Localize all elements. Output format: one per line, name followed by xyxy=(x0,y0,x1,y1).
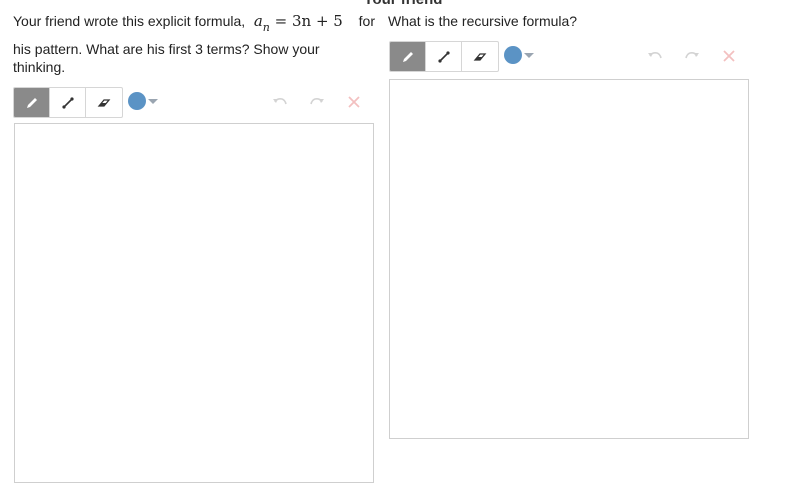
clear-icon[interactable] xyxy=(345,93,363,111)
redo-icon[interactable] xyxy=(308,93,326,111)
prompt-for-text: for xyxy=(358,13,375,29)
formula-subscript: n xyxy=(262,21,270,34)
line-tool-button[interactable] xyxy=(50,88,86,117)
pencil-tool-button[interactable] xyxy=(14,88,50,117)
drawing-toolbar xyxy=(389,41,751,72)
eraser-icon xyxy=(97,98,111,107)
drawing-canvas[interactable] xyxy=(389,79,749,439)
chevron-down-icon xyxy=(524,52,534,58)
drawing-canvas[interactable] xyxy=(14,123,374,483)
line-tool-button[interactable] xyxy=(426,42,462,71)
undo-icon[interactable] xyxy=(646,47,664,65)
formula-variable: a xyxy=(253,12,263,30)
pencil-tool-button[interactable] xyxy=(390,42,426,71)
question-prompt: What is the recursive formula? xyxy=(388,13,578,29)
formula: an = 3n + 5 xyxy=(249,12,343,34)
tool-group xyxy=(389,41,499,72)
line-icon xyxy=(437,50,450,63)
question-prompt: Your friend wrote this explicit formula,… xyxy=(13,12,375,76)
color-picker-button[interactable] xyxy=(504,46,534,64)
eraser-icon xyxy=(473,52,487,61)
clear-icon[interactable] xyxy=(720,47,738,65)
undo-icon[interactable] xyxy=(271,93,289,111)
question-panel-left: Your friend wrote this explicit formula,… xyxy=(13,12,375,483)
prompt-start-text: Your friend wrote this explicit formula, xyxy=(13,13,246,29)
pencil-icon xyxy=(26,97,37,108)
eraser-tool-button[interactable] xyxy=(86,88,122,117)
drawing-toolbar xyxy=(13,87,375,118)
color-swatch-icon xyxy=(128,92,146,110)
color-swatch-icon xyxy=(504,46,522,64)
chevron-down-icon xyxy=(148,98,158,104)
line-icon xyxy=(61,96,74,109)
formula-rhs: = 3n + 5 xyxy=(274,12,343,30)
page-header-title: Your friend xyxy=(0,0,806,8)
prompt-rest-text: his pattern. What are his first 3 terms?… xyxy=(13,41,320,75)
question-panel-right: What is the recursive formula? xyxy=(388,12,750,439)
color-picker-button[interactable] xyxy=(128,92,158,110)
tool-group xyxy=(13,87,123,118)
eraser-tool-button[interactable] xyxy=(462,42,498,71)
pencil-icon xyxy=(402,51,413,62)
redo-icon[interactable] xyxy=(683,47,701,65)
